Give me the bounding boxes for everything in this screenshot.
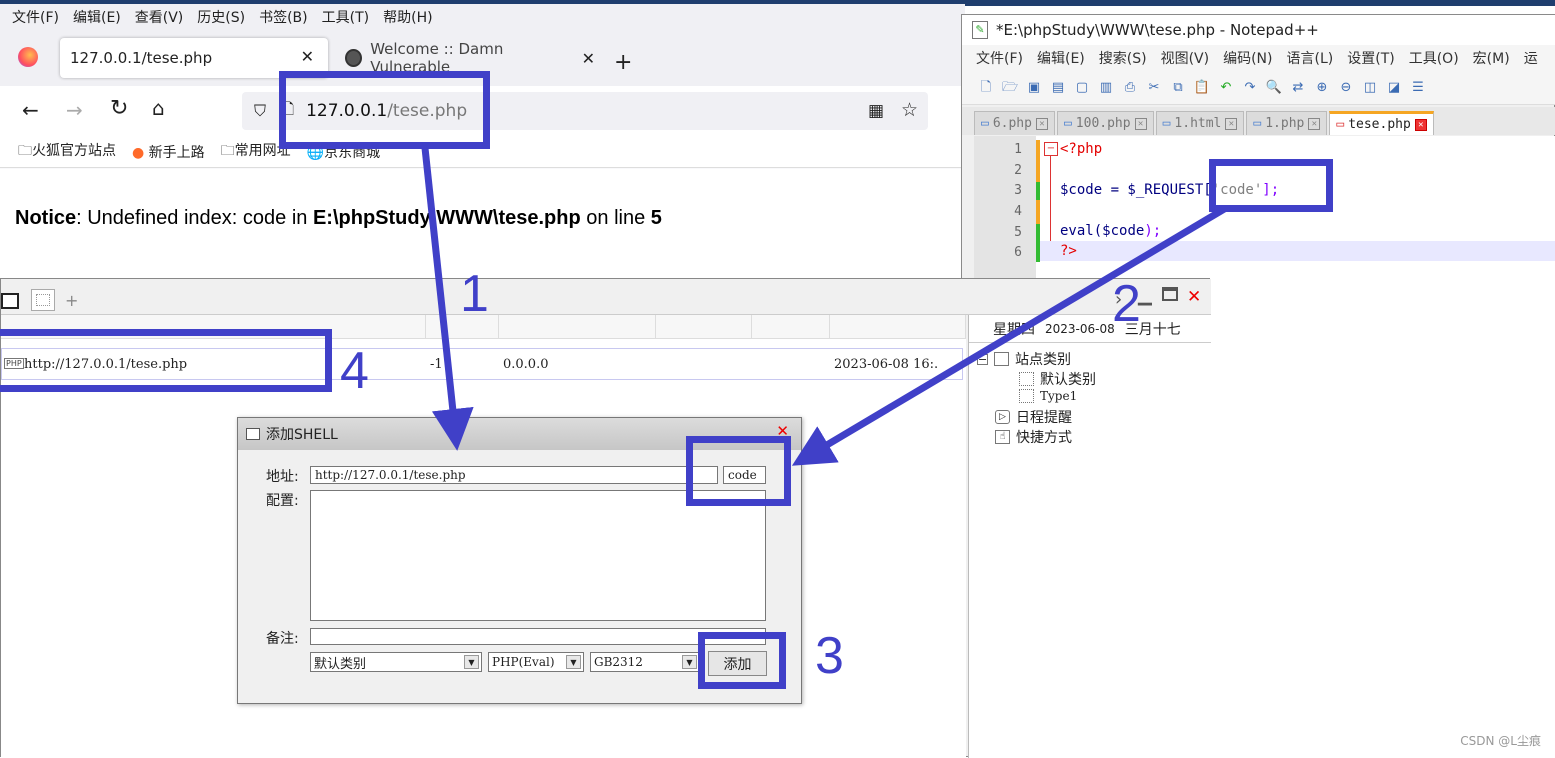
arrow-1 <box>421 147 474 451</box>
annotation-number-1: 1 <box>460 265 489 323</box>
annotation-arrows <box>421 147 1228 466</box>
watermark: CSDN @L尘痕 <box>1460 734 1541 748</box>
annotation-number-3: 3 <box>815 627 844 685</box>
annotation-number-4: 4 <box>340 342 369 400</box>
arrow-2 <box>791 204 1228 466</box>
annotation-number-2: 2 <box>1112 275 1141 333</box>
